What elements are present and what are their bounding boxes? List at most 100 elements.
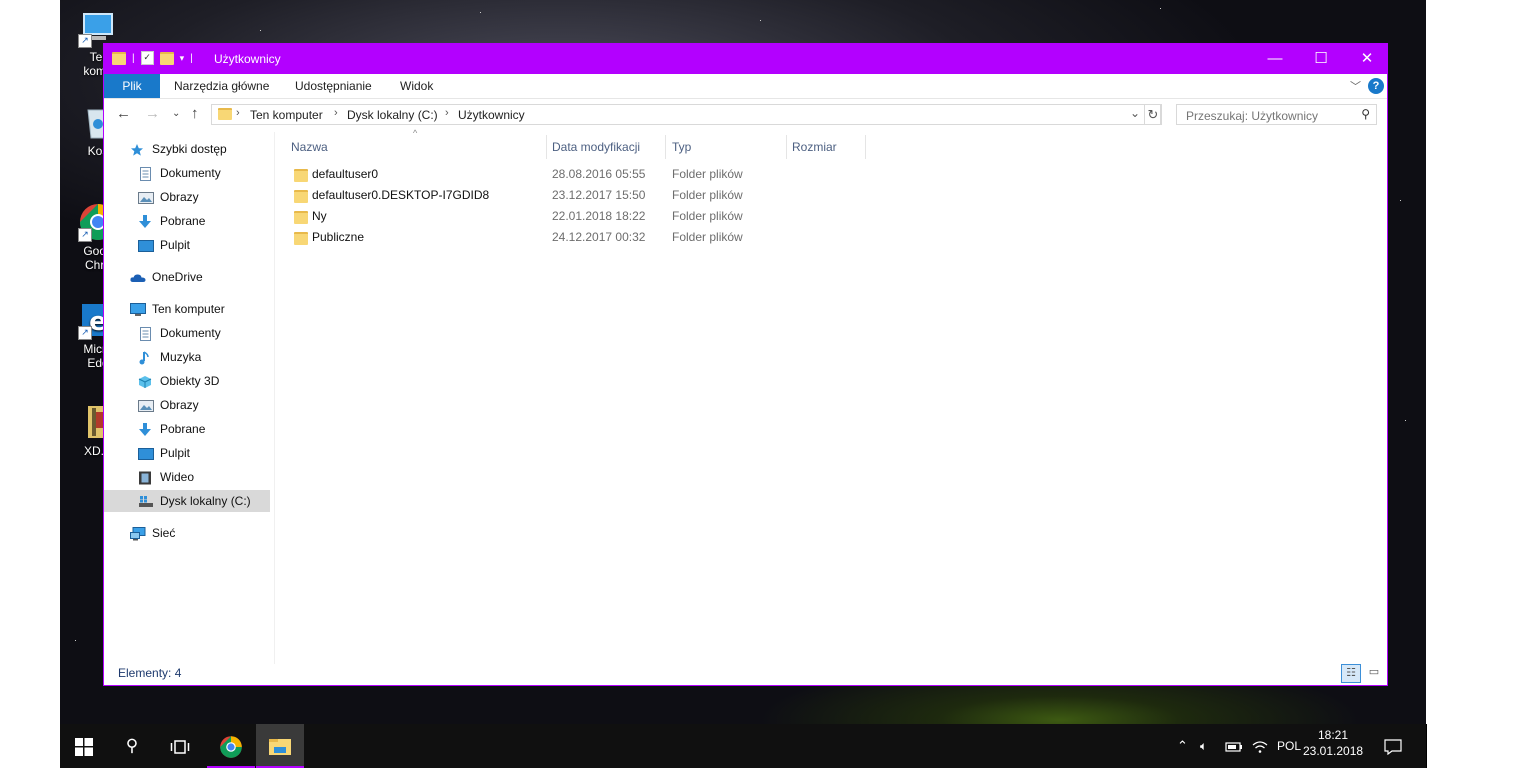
window-title: Użytkownicy [214,52,281,66]
table-row[interactable]: Ny 22.01.2018 18:22 Folder plików [275,206,875,227]
nav-item-onedrive[interactable]: OneDrive [130,266,203,288]
file-type: Folder plików [672,167,743,181]
table-row[interactable]: Publiczne 24.12.2017 00:32 Folder plików [275,227,875,248]
column-header-size[interactable]: Rozmiar [792,138,837,158]
recent-locations-button[interactable]: ⌄ [172,108,180,119]
navigation-bar: ← → ⌄ ↑ › Ten komputer › Dysk lokalny (C… [104,99,1387,131]
help-icon[interactable]: ? [1368,78,1384,94]
title-bar[interactable]: | ✓ ▾ | Użytkownicy — ☐ ✕ [104,44,1387,74]
file-list: ^ Nazwa Data modyfikacji Typ Rozmiar def… [275,128,1385,664]
table-row[interactable]: defaultuser0 28.08.2016 05:55 Folder pli… [275,164,875,185]
up-button[interactable]: ↑ [191,105,199,122]
nav-item-label: Obrazy [160,190,199,204]
tab-home[interactable]: Narzędzia główne [174,74,269,98]
breadcrumb-item[interactable]: Dysk lokalny (C:) [347,108,438,122]
column-divider[interactable] [546,135,547,159]
nav-item-label: Obiekty 3D [160,374,220,388]
document-icon [138,326,154,341]
column-header-type[interactable]: Typ [672,138,691,158]
nav-item-label: Ten komputer [152,302,225,316]
forward-button[interactable]: → [145,105,160,122]
item-count: Elementy: 4 [118,666,182,680]
column-divider[interactable] [665,135,666,159]
breadcrumb-item[interactable]: Ten komputer [250,108,323,122]
tab-view[interactable]: Widok [400,74,433,98]
nav-item-desktop-pc[interactable]: Pulpit [138,442,190,464]
monitor-icon: ↗ [78,8,118,48]
cube-icon [138,374,154,388]
close-button[interactable]: ✕ [1344,44,1390,74]
taskbar-chrome[interactable] [207,724,255,768]
search-icon[interactable]: ⚲ [1361,107,1370,121]
nav-item-3d-objects[interactable]: Obiekty 3D [138,370,219,392]
nav-item-label: Sieć [152,526,176,540]
nav-item-local-disk[interactable]: Dysk lokalny (C:) [104,490,270,512]
column-header-name[interactable]: Nazwa [291,138,547,158]
start-button[interactable] [60,724,108,768]
folder-icon [218,108,232,120]
task-view-button[interactable] [156,724,204,768]
nav-item-label: Pulpit [160,238,191,252]
expand-ribbon-icon[interactable]: ﹀ [1350,78,1361,94]
screen-margin [1426,0,1530,768]
navigation-pane: Szybki dostęp Dokumenty Obrazy Pobrane P… [104,132,275,664]
file-explorer-icon [269,738,291,755]
nav-item-this-pc[interactable]: Ten komputer [130,298,225,320]
tab-share[interactable]: Udostępnianie [295,74,372,98]
file-type: Folder plików [672,188,743,202]
nav-item-label: Dysk lokalny (C:) [160,494,251,508]
column-divider[interactable] [865,135,866,159]
large-icons-view-button[interactable]: ▭ [1364,664,1384,683]
nav-item-videos[interactable]: Wideo [138,466,194,488]
properties-icon[interactable]: ✓ [140,51,154,65]
table-row[interactable]: defaultuser0.DESKTOP-I7GDID8 23.12.2017 … [275,185,875,206]
maximize-button[interactable]: ☐ [1298,44,1344,74]
nav-item-music[interactable]: Muzyka [138,346,201,368]
nav-item-downloads[interactable]: Pobrane [138,210,205,232]
nav-item-desktop[interactable]: Pulpit [138,234,190,256]
search-box[interactable]: ⚲ [1176,104,1377,125]
file-name: defaultuser0.DESKTOP-I7GDID8 [312,188,490,202]
star-icon [130,142,146,156]
nav-item-documents[interactable]: Dokumenty [138,162,221,184]
wifi-icon[interactable] [1252,724,1268,768]
battery-icon[interactable] [1225,724,1243,768]
windows-logo-icon [75,737,93,756]
minimize-button[interactable]: — [1252,44,1298,74]
star [1405,420,1406,421]
file-date: 28.08.2016 05:55 [552,167,646,181]
volume-icon[interactable]: 🔈︎ [1200,724,1207,768]
customize-toolbar-icon[interactable]: ▾ [180,53,185,64]
tab-file[interactable]: Plik [104,74,160,98]
file-name: defaultuser0 [312,167,379,181]
nav-item-pictures-pc[interactable]: Obrazy [138,394,199,416]
nav-item-label: Dokumenty [160,326,221,340]
column-header-date[interactable]: Data modyfikacji [552,138,640,158]
details-view-button[interactable]: ☷ [1341,664,1361,683]
search-input[interactable] [1184,106,1358,125]
chevron-right-icon: › [236,107,240,119]
chevron-down-icon[interactable]: ⌄ [1130,106,1140,120]
file-name: Ny [312,209,327,223]
back-button[interactable]: ← [116,105,131,122]
nav-item-network[interactable]: Sieć [130,522,175,544]
nav-item-pictures[interactable]: Obrazy [138,186,199,208]
action-center-button[interactable] [1384,724,1402,768]
document-icon [138,166,154,181]
clock[interactable]: 18:21 23.01.2018 [1303,727,1363,759]
search-button[interactable]: ⚲ [108,724,156,768]
nav-item-documents-pc[interactable]: Dokumenty [138,322,221,344]
nav-item-downloads-pc[interactable]: Pobrane [138,418,205,440]
input-language-indicator[interactable]: POL [1277,724,1301,768]
refresh-button[interactable]: ↻ [1144,104,1162,125]
folder-icon [112,51,126,65]
column-divider[interactable] [786,135,787,159]
nav-item-label: Muzyka [160,350,202,364]
show-hidden-icons-button[interactable]: ⌃ [1177,724,1188,768]
drive-icon [138,494,154,508]
new-folder-icon[interactable] [159,51,174,65]
taskbar-file-explorer[interactable] [256,724,304,768]
breadcrumb-item[interactable]: Użytkownicy [458,108,525,122]
nav-item-quick-access[interactable]: Szybki dostęp [130,138,227,160]
address-bar[interactable]: › Ten komputer › Dysk lokalny (C:) › Uży… [211,104,1161,125]
